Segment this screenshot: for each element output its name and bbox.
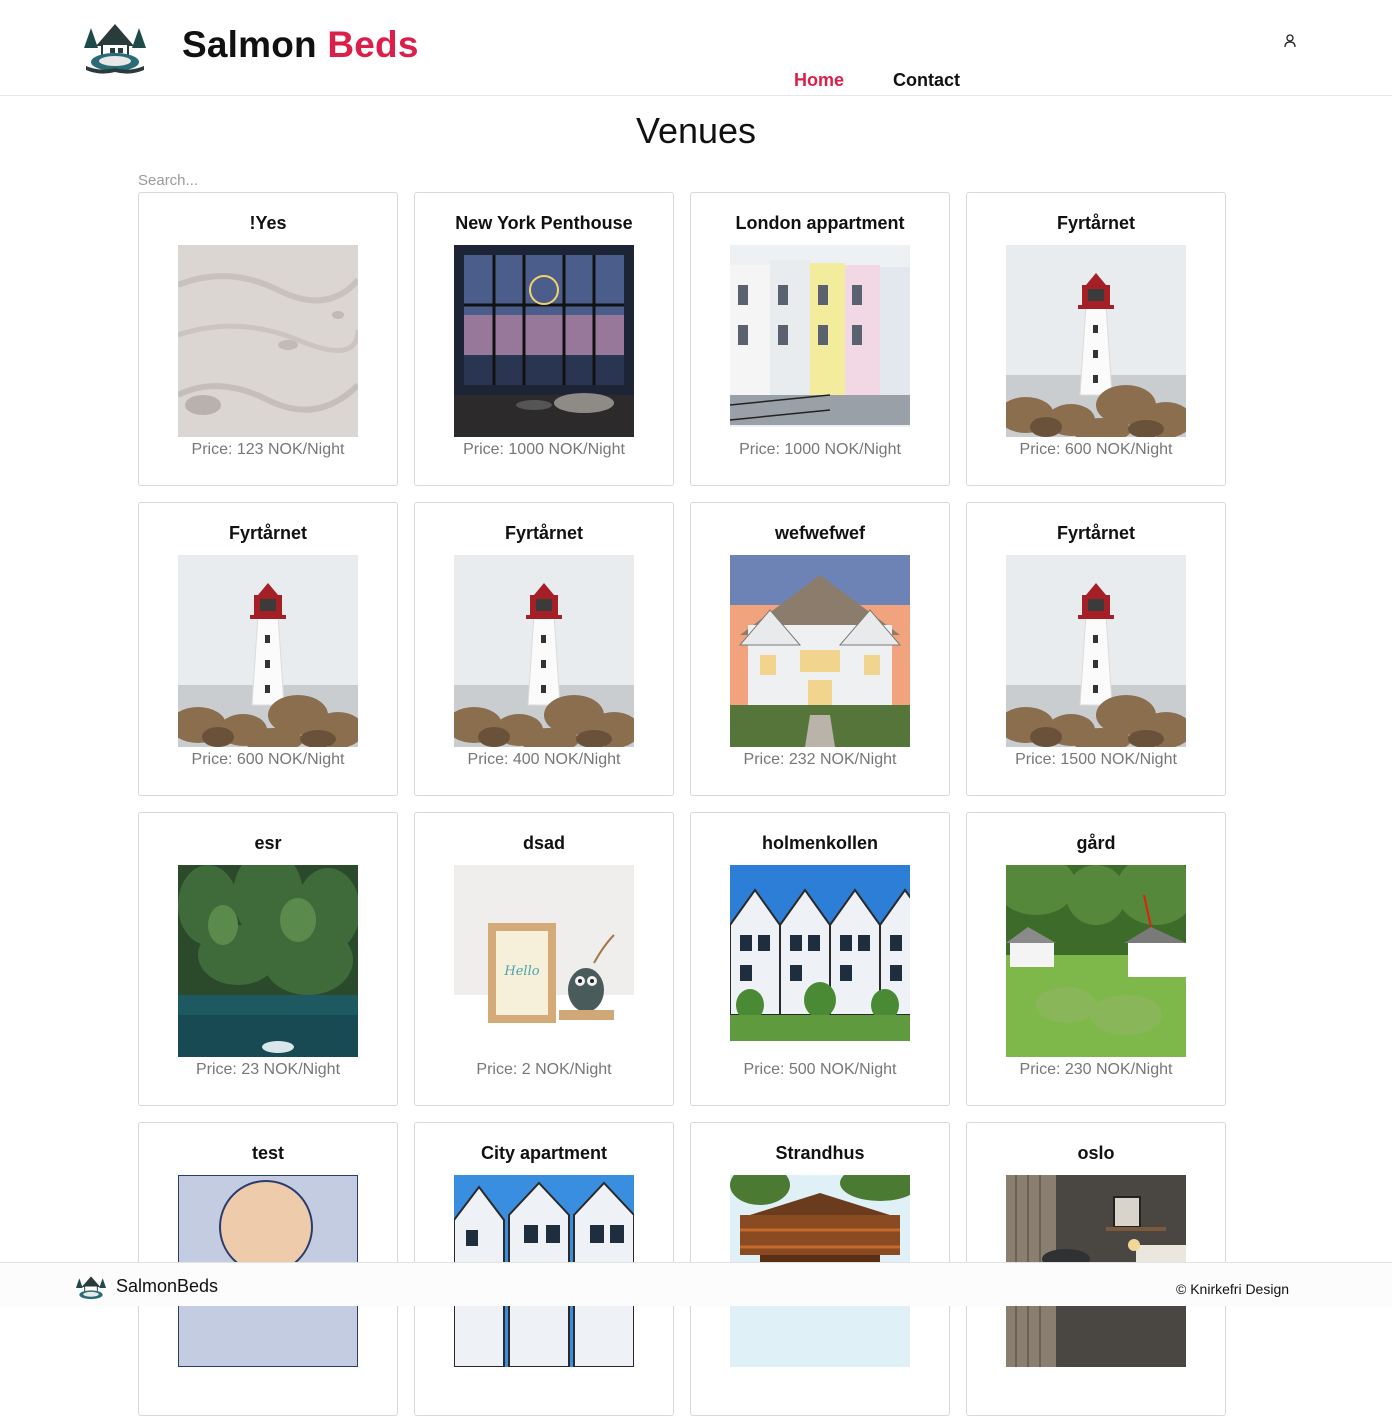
site-header: Salmon Beds Home Contact (0, 0, 1392, 96)
footer-copyright: © Knirkefri Design (1176, 1281, 1290, 1297)
venue-price: Price: 232 NOK/Night (743, 751, 897, 768)
venue-card[interactable]: holmenkollen Price: 500 NOK/Night (690, 812, 950, 1106)
venue-image[interactable] (178, 865, 358, 1057)
venue-price: Price: 500 NOK/Night (743, 1061, 897, 1078)
venue-card[interactable]: esr Price: 23 NOK/Night (138, 812, 398, 1106)
venue-image[interactable] (730, 245, 910, 437)
venue-name: New York Penthouse (455, 213, 633, 233)
footer-brand: SalmonBeds (116, 1276, 219, 1296)
venue-card[interactable]: dsad Hello Price: 2 NOK/Night (414, 812, 674, 1106)
salmonbeds-logo-icon[interactable] (80, 18, 150, 74)
venue-card[interactable]: New York Penthouse Price: 1000 NOK/Night (414, 192, 674, 486)
nav-contact-link[interactable]: Contact (893, 70, 960, 91)
venue-price: Price: 600 NOK/Night (1019, 441, 1173, 458)
venue-image[interactable] (178, 245, 358, 437)
venue-name: Fyrtårnet (228, 523, 308, 543)
page-title: Venues (635, 110, 757, 151)
venue-price: Price: 600 NOK/Night (191, 751, 345, 768)
venue-card[interactable]: Fyrtårnet Price: 600 NOK/Night (966, 192, 1226, 486)
venue-name: gård (1076, 833, 1116, 853)
venue-name: test (251, 1143, 284, 1163)
brand-part-beds: Beds (327, 24, 419, 65)
venue-name: London appartment (735, 213, 905, 233)
venue-image[interactable] (730, 865, 910, 1057)
venue-image[interactable] (454, 555, 634, 747)
svg-text:Hello: Hello (503, 964, 539, 979)
search-input[interactable] (138, 170, 438, 190)
venue-card[interactable]: !Yes Price: 123 NOK/Night (138, 192, 398, 486)
venue-name: oslo (1077, 1143, 1115, 1163)
venue-name: Fyrtårnet (504, 523, 584, 543)
venue-card[interactable]: Fyrtårnet Price: 1500 NOK/Night (966, 502, 1226, 796)
venue-price: Price: 2 NOK/Night (476, 1061, 612, 1078)
venue-price: Price: 230 NOK/Night (1019, 1061, 1173, 1078)
venue-price: Price: 1500 NOK/Night (1015, 751, 1177, 768)
venue-image[interactable] (1006, 865, 1186, 1057)
user-icon[interactable] (1282, 33, 1298, 49)
venue-name: !Yes (249, 213, 287, 233)
venue-price: Price: 1000 NOK/Night (463, 441, 625, 458)
brand-part-salmon: Salmon (182, 24, 317, 65)
venue-name: dsad (522, 833, 565, 853)
venue-price: Price: 400 NOK/Night (467, 751, 621, 768)
venue-name: esr (254, 833, 282, 853)
venue-name: City apartment (480, 1143, 608, 1163)
venue-price: Price: 23 NOK/Night (195, 1061, 341, 1078)
salmonbeds-logo-icon[interactable] (74, 1273, 108, 1301)
venue-name: Strandhus (775, 1143, 865, 1163)
venue-name: Fyrtårnet (1056, 213, 1136, 233)
venue-price: Price: 123 NOK/Night (191, 441, 345, 458)
venue-name: Fyrtårnet (1056, 523, 1136, 543)
nav-home-link[interactable]: Home (794, 70, 844, 91)
venue-image[interactable] (454, 245, 634, 437)
site-footer: SalmonBeds © Knirkefri Design (0, 1262, 1392, 1306)
venue-name: holmenkollen (761, 833, 878, 853)
venue-card[interactable]: gård Price: 230 NOK/Night (966, 812, 1226, 1106)
venue-name: wefwefwef (774, 523, 866, 543)
venue-image[interactable] (178, 555, 358, 747)
venue-card[interactable]: wefwefwef Price: 232 NOK/Night (690, 502, 950, 796)
venue-card[interactable]: London appartment Price: 1000 NOK/Night (690, 192, 950, 486)
venue-image[interactable] (730, 555, 910, 747)
brand-name[interactable]: Salmon Beds (182, 24, 419, 66)
venue-price: Price: 1000 NOK/Night (739, 441, 901, 458)
venue-card[interactable]: Fyrtårnet Price: 600 NOK/Night (138, 502, 398, 796)
venue-card[interactable]: Fyrtårnet Price: 400 NOK/Night (414, 502, 674, 796)
venue-image[interactable] (1006, 245, 1186, 437)
venue-image[interactable] (1006, 555, 1186, 747)
venue-image[interactable]: Hello (454, 865, 634, 1057)
